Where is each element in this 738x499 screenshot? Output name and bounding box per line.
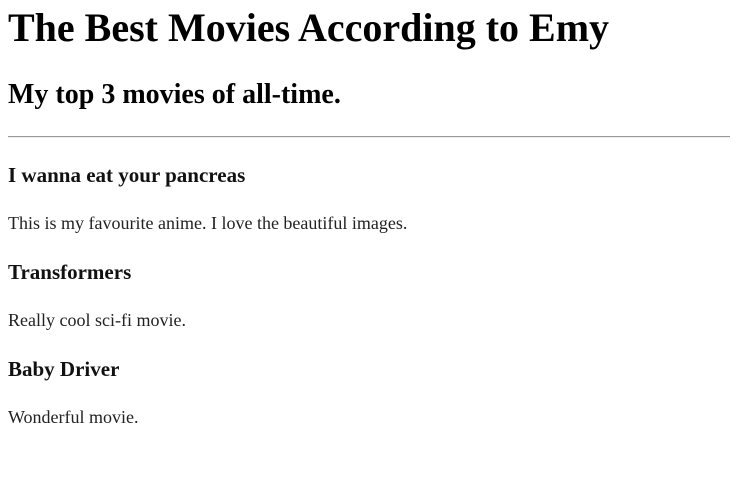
movie-item: I wanna eat your pancreas This is my fav…	[8, 163, 730, 235]
page-content: The Best Movies According to Emy My top …	[0, 5, 738, 429]
movie-item: Baby Driver Wonderful movie.	[8, 357, 730, 429]
movie-description: This is my favourite anime. I love the b…	[8, 213, 408, 233]
page-title: The Best Movies According to Emy	[8, 5, 610, 50]
movie-description: Really cool sci-fi movie.	[8, 310, 186, 330]
movie-description: Wonderful movie.	[8, 407, 139, 427]
movie-title: Transformers	[8, 260, 132, 284]
page-subtitle: My top 3 movies of all-time.	[8, 79, 341, 110]
divider	[8, 136, 730, 138]
movie-title: Baby Driver	[8, 357, 120, 381]
movie-item: Transformers Really cool sci-fi movie.	[8, 260, 730, 332]
movie-title: I wanna eat your pancreas	[8, 163, 246, 187]
